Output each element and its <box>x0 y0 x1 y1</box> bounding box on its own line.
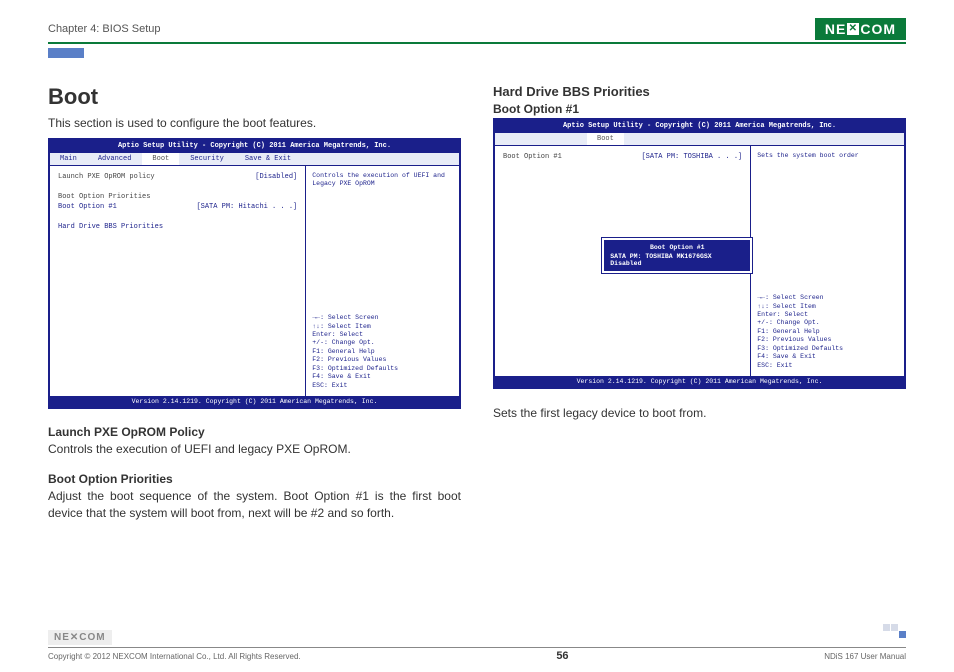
chapter-label: Chapter 4: BIOS Setup <box>48 23 161 35</box>
logo-text: NE <box>54 632 70 643</box>
manual-name: NDiS 167 User Manual <box>824 652 906 661</box>
right-column: Hard Drive BBS Priorities Boot Option #1… <box>493 84 906 535</box>
footer-rule <box>48 647 906 648</box>
bios-title: Aptio Setup Utility - Copyright (C) 2011… <box>50 140 459 153</box>
key-hint: F3: Optimized Defaults <box>757 345 898 353</box>
bios-help-text: Controls the execution of UEFI and Legac… <box>312 172 453 189</box>
key-hint: F1: General Help <box>312 348 453 356</box>
bios-option[interactable]: Boot Option #1 <box>503 153 562 161</box>
popup-option[interactable]: Disabled <box>610 260 744 267</box>
bios-value: [Disabled] <box>255 173 297 181</box>
brand-logo: NE✕COM <box>815 18 906 40</box>
key-hint: F2: Previous Values <box>312 356 453 364</box>
key-hint: →←: Select Screen <box>757 294 898 302</box>
logo-text: COM <box>79 632 105 643</box>
logo-text: NE <box>825 21 846 37</box>
bios-options-pane: Boot Option #1 [SATA PM: TOSHIBA . . .] B… <box>495 146 751 376</box>
page-footer: NE✕COM Copyright © 2012 NEXCOM Internati… <box>48 630 906 662</box>
key-hint: F1: General Help <box>757 328 898 336</box>
bios-help-pane: Controls the execution of UEFI and Legac… <box>306 166 459 396</box>
bios-footer: Version 2.14.1219. Copyright (C) 2011 Am… <box>50 396 459 407</box>
bios-screenshot-bbs: Aptio Setup Utility - Copyright (C) 2011… <box>493 118 906 389</box>
bios-tab-security[interactable]: Security <box>180 153 235 165</box>
bios-screenshot-boot: Aptio Setup Utility - Copyright (C) 2011… <box>48 138 461 409</box>
key-hint: F3: Optimized Defaults <box>312 365 453 373</box>
decorative-squares <box>883 624 906 638</box>
key-hint: +/-: Change Opt. <box>757 319 898 327</box>
copyright-text: Copyright © 2012 NEXCOM International Co… <box>48 652 301 661</box>
key-hint: ESC: Exit <box>312 382 453 390</box>
key-hint: →←: Select Screen <box>312 314 453 322</box>
bios-help-text: Sets the system boot order <box>757 152 898 160</box>
bios-tab-boot[interactable]: Boot <box>587 133 625 145</box>
bios-heading: Boot Option Priorities <box>58 193 150 201</box>
bios-tab-advanced[interactable]: Advanced <box>88 153 143 165</box>
subsection-title: Boot Option #1 <box>493 102 906 116</box>
key-hint: F2: Previous Values <box>757 336 898 344</box>
bios-option[interactable]: Launch PXE OpROM policy <box>58 173 155 181</box>
bios-footer: Version 2.14.1219. Copyright (C) 2011 Am… <box>495 376 904 387</box>
popup-option[interactable]: SATA PM: TOSHIBA MK1676GSX <box>610 253 744 260</box>
key-hint: +/-: Change Opt. <box>312 339 453 347</box>
left-column: Boot This section is used to configure t… <box>48 84 461 535</box>
popup-title: Boot Option #1 <box>610 244 744 251</box>
bios-tab-main[interactable]: Main <box>50 153 88 165</box>
header-rule <box>48 42 906 44</box>
bios-value: [SATA PM: Hitachi . . .] <box>196 203 297 211</box>
subsection-desc: Sets the first legacy device to boot fro… <box>493 405 906 422</box>
key-hint: Enter: Select <box>312 331 453 339</box>
section-intro: This section is used to configure the bo… <box>48 116 461 130</box>
subsection-desc: Controls the execution of UEFI and legac… <box>48 441 461 458</box>
subsection-title: Boot Option Priorities <box>48 472 461 486</box>
key-hint: F4: Save & Exit <box>312 373 453 381</box>
section-title: Boot <box>48 84 461 110</box>
bios-option[interactable]: Boot Option #1 <box>58 203 117 211</box>
page-number: 56 <box>556 650 568 662</box>
key-hint: ESC: Exit <box>757 362 898 370</box>
bios-options-pane: Launch PXE OpROM policy [Disabled] Boot O… <box>50 166 306 396</box>
bios-title: Aptio Setup Utility - Copyright (C) 2011… <box>495 120 904 133</box>
bios-help-pane: Sets the system boot order →←: Select Sc… <box>751 146 904 376</box>
key-hint: F4: Save & Exit <box>757 353 898 361</box>
bios-tabs: Boot <box>495 133 904 146</box>
key-hint: ↑↓: Select Item <box>312 323 453 331</box>
bios-key-legend: →←: Select Screen ↑↓: Select Item Enter:… <box>312 314 453 390</box>
bios-tabs: Main Advanced Boot Security Save & Exit <box>50 153 459 166</box>
bios-value: [SATA PM: TOSHIBA . . .] <box>641 153 742 161</box>
section-title: Hard Drive BBS Priorities <box>493 84 906 99</box>
subsection-title: Launch PXE OpROM Policy <box>48 425 461 439</box>
bios-option[interactable]: Hard Drive BBS Priorities <box>58 223 163 231</box>
accent-tab <box>48 48 84 58</box>
bios-popup[interactable]: Boot Option #1 SATA PM: TOSHIBA MK1676GS… <box>602 238 752 273</box>
subsection-desc: Adjust the boot sequence of the system. … <box>48 488 461 522</box>
key-hint: ↑↓: Select Item <box>757 303 898 311</box>
bios-tab-boot[interactable]: Boot <box>142 153 180 165</box>
logo-text: COM <box>860 21 896 37</box>
bios-tab-save-exit[interactable]: Save & Exit <box>235 153 302 165</box>
bios-key-legend: →←: Select Screen ↑↓: Select Item Enter:… <box>757 294 898 370</box>
footer-logo: NE✕COM <box>48 630 112 645</box>
logo-x-icon: ✕ <box>847 23 859 35</box>
key-hint: Enter: Select <box>757 311 898 319</box>
